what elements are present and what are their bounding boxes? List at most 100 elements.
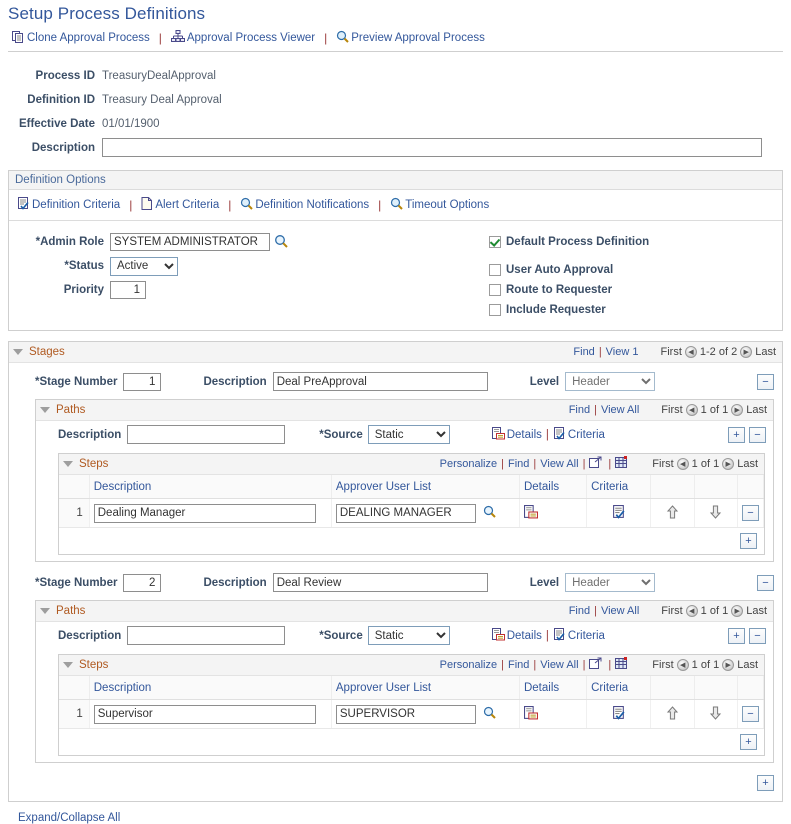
steps-first-link[interactable]: First — [652, 659, 673, 671]
details-document-icon[interactable] — [523, 504, 538, 522]
path-details-link[interactable]: Details — [491, 426, 542, 443]
preview-approval-process-link[interactable]: Preview Approval Process — [336, 30, 485, 46]
criteria-document-icon[interactable] — [612, 504, 626, 522]
stage-number-input[interactable] — [123, 372, 162, 391]
stage-delete-button[interactable]: − — [757, 373, 774, 390]
step-approver-lookup-icon[interactable] — [483, 505, 496, 521]
details-document-icon[interactable] — [523, 705, 538, 723]
arrow-up-icon[interactable] — [666, 705, 679, 723]
steps-col-criteria[interactable]: Criteria — [586, 475, 652, 499]
steps-collapse-triangle-icon[interactable] — [63, 461, 73, 467]
steps-collapse-triangle-icon[interactable] — [63, 662, 73, 668]
steps-col-approver-user-list[interactable]: Approver User List — [331, 676, 520, 700]
steps-next-arrow-icon[interactable]: ▶ — [722, 659, 735, 671]
path-source-select[interactable]: StaticDynamic — [367, 626, 450, 645]
step-delete-button[interactable]: − — [742, 505, 759, 521]
step-add-button[interactable]: + — [740, 734, 757, 750]
path-delete-button[interactable]: − — [749, 426, 766, 443]
expand-collapse-all-link[interactable]: Expand/Collapse All — [18, 812, 120, 824]
stage-description-input[interactable] — [272, 573, 488, 592]
status-select[interactable]: ActiveInactive — [110, 256, 178, 276]
tab-definition-notifications[interactable]: Definition Notifications — [240, 197, 369, 213]
paths-view-all-link[interactable]: View All — [601, 404, 639, 416]
stages-next-arrow-icon[interactable]: ▶ — [740, 346, 753, 358]
stages-prev-arrow-icon[interactable]: ◀ — [684, 346, 697, 358]
checkbox-default-process-definition[interactable]: Default Process Definition — [489, 232, 782, 252]
approval-process-viewer-link[interactable]: Approval Process Viewer — [170, 30, 315, 46]
path-details-link[interactable]: Details — [491, 627, 542, 644]
export-to-excel-icon[interactable] — [589, 657, 602, 673]
paths-next-arrow-icon[interactable]: ▶ — [731, 404, 744, 416]
arrow-down-icon[interactable] — [709, 505, 722, 522]
stage-description-input[interactable] — [272, 372, 488, 391]
path-delete-button[interactable]: − — [749, 627, 766, 644]
paths-first-link[interactable]: First — [661, 404, 682, 416]
tab-timeout-options[interactable]: Timeout Options — [390, 197, 489, 213]
default-process-definition-checkbox[interactable] — [489, 236, 501, 248]
step-approver-user-list-input[interactable] — [335, 503, 476, 523]
paths-last-link[interactable]: Last — [746, 404, 767, 416]
arrow-up-icon[interactable] — [666, 504, 679, 522]
tab-alert-criteria[interactable]: Alert Criteria — [141, 197, 219, 213]
steps-col-details[interactable]: Details — [519, 475, 588, 499]
steps-prev-arrow-icon[interactable]: ◀ — [676, 659, 689, 671]
steps-personalize-link[interactable]: Personalize — [440, 659, 497, 671]
paths-view-all-link[interactable]: View All — [601, 605, 639, 617]
steps-last-link[interactable]: Last — [737, 458, 758, 470]
step-description-input[interactable] — [93, 503, 316, 523]
steps-col-approver-user-list[interactable]: Approver User List — [331, 475, 520, 499]
stages-first-link[interactable]: First — [661, 346, 682, 358]
step-add-button[interactable]: + — [740, 533, 757, 549]
steps-first-link[interactable]: First — [652, 458, 673, 470]
arrow-down-icon[interactable] — [709, 706, 722, 723]
paths-find-link[interactable]: Find — [569, 605, 590, 617]
path-add-button[interactable]: + — [728, 426, 745, 443]
steps-next-arrow-icon[interactable]: ▶ — [722, 458, 735, 470]
paths-last-link[interactable]: Last — [746, 605, 767, 617]
paths-prev-arrow-icon[interactable]: ◀ — [685, 404, 698, 416]
checkbox-route-to-requester[interactable]: Route to Requester — [489, 280, 782, 300]
steps-personalize-link[interactable]: Personalize — [440, 458, 497, 470]
steps-col-details[interactable]: Details — [519, 676, 588, 700]
clone-approval-process-link[interactable]: Clone Approval Process — [12, 30, 150, 46]
steps-prev-arrow-icon[interactable]: ◀ — [676, 458, 689, 470]
tab-definition-criteria[interactable]: Definition Criteria — [17, 197, 120, 213]
steps-find-link[interactable]: Find — [508, 659, 529, 671]
checkbox-include-requester[interactable]: Include Requester — [489, 300, 782, 320]
steps-view-all-link[interactable]: View All — [540, 458, 578, 470]
priority-input[interactable] — [110, 281, 146, 299]
steps-col-criteria[interactable]: Criteria — [586, 676, 652, 700]
stage-add-button[interactable]: + — [757, 775, 774, 791]
steps-last-link[interactable]: Last — [737, 659, 758, 671]
route-to-requester-checkbox[interactable] — [489, 284, 501, 296]
download-grid-icon[interactable] — [615, 657, 628, 673]
step-delete-button[interactable]: − — [742, 706, 759, 722]
stages-collapse-triangle-icon[interactable] — [13, 349, 23, 355]
step-approver-user-list-input[interactable] — [335, 704, 476, 724]
path-description-input[interactable] — [127, 626, 286, 645]
user-auto-approval-checkbox[interactable] — [489, 264, 501, 276]
admin-role-lookup-icon[interactable] — [274, 234, 288, 251]
paths-collapse-triangle-icon[interactable] — [40, 407, 50, 413]
path-description-input[interactable] — [127, 425, 286, 444]
description-input[interactable] — [102, 138, 762, 157]
path-source-select[interactable]: StaticDynamic — [367, 425, 450, 444]
steps-view-all-link[interactable]: View All — [540, 659, 578, 671]
paths-next-arrow-icon[interactable]: ▶ — [731, 605, 744, 617]
checkbox-user-auto-approval[interactable]: User Auto Approval — [489, 260, 782, 280]
paths-find-link[interactable]: Find — [569, 404, 590, 416]
stage-delete-button[interactable]: − — [757, 574, 774, 591]
path-add-button[interactable]: + — [728, 627, 745, 644]
step-description-input[interactable] — [93, 704, 316, 724]
download-grid-icon[interactable] — [615, 456, 628, 472]
stages-view-link[interactable]: View 1 — [606, 346, 639, 358]
include-requester-checkbox[interactable] — [489, 304, 501, 316]
steps-col-description[interactable]: Description — [89, 475, 332, 499]
stage-number-input[interactable] — [123, 573, 162, 592]
path-criteria-link[interactable]: Criteria — [553, 627, 605, 644]
paths-first-link[interactable]: First — [661, 605, 682, 617]
paths-collapse-triangle-icon[interactable] — [40, 608, 50, 614]
path-criteria-link[interactable]: Criteria — [553, 426, 605, 443]
step-approver-lookup-icon[interactable] — [483, 706, 496, 722]
steps-find-link[interactable]: Find — [508, 458, 529, 470]
